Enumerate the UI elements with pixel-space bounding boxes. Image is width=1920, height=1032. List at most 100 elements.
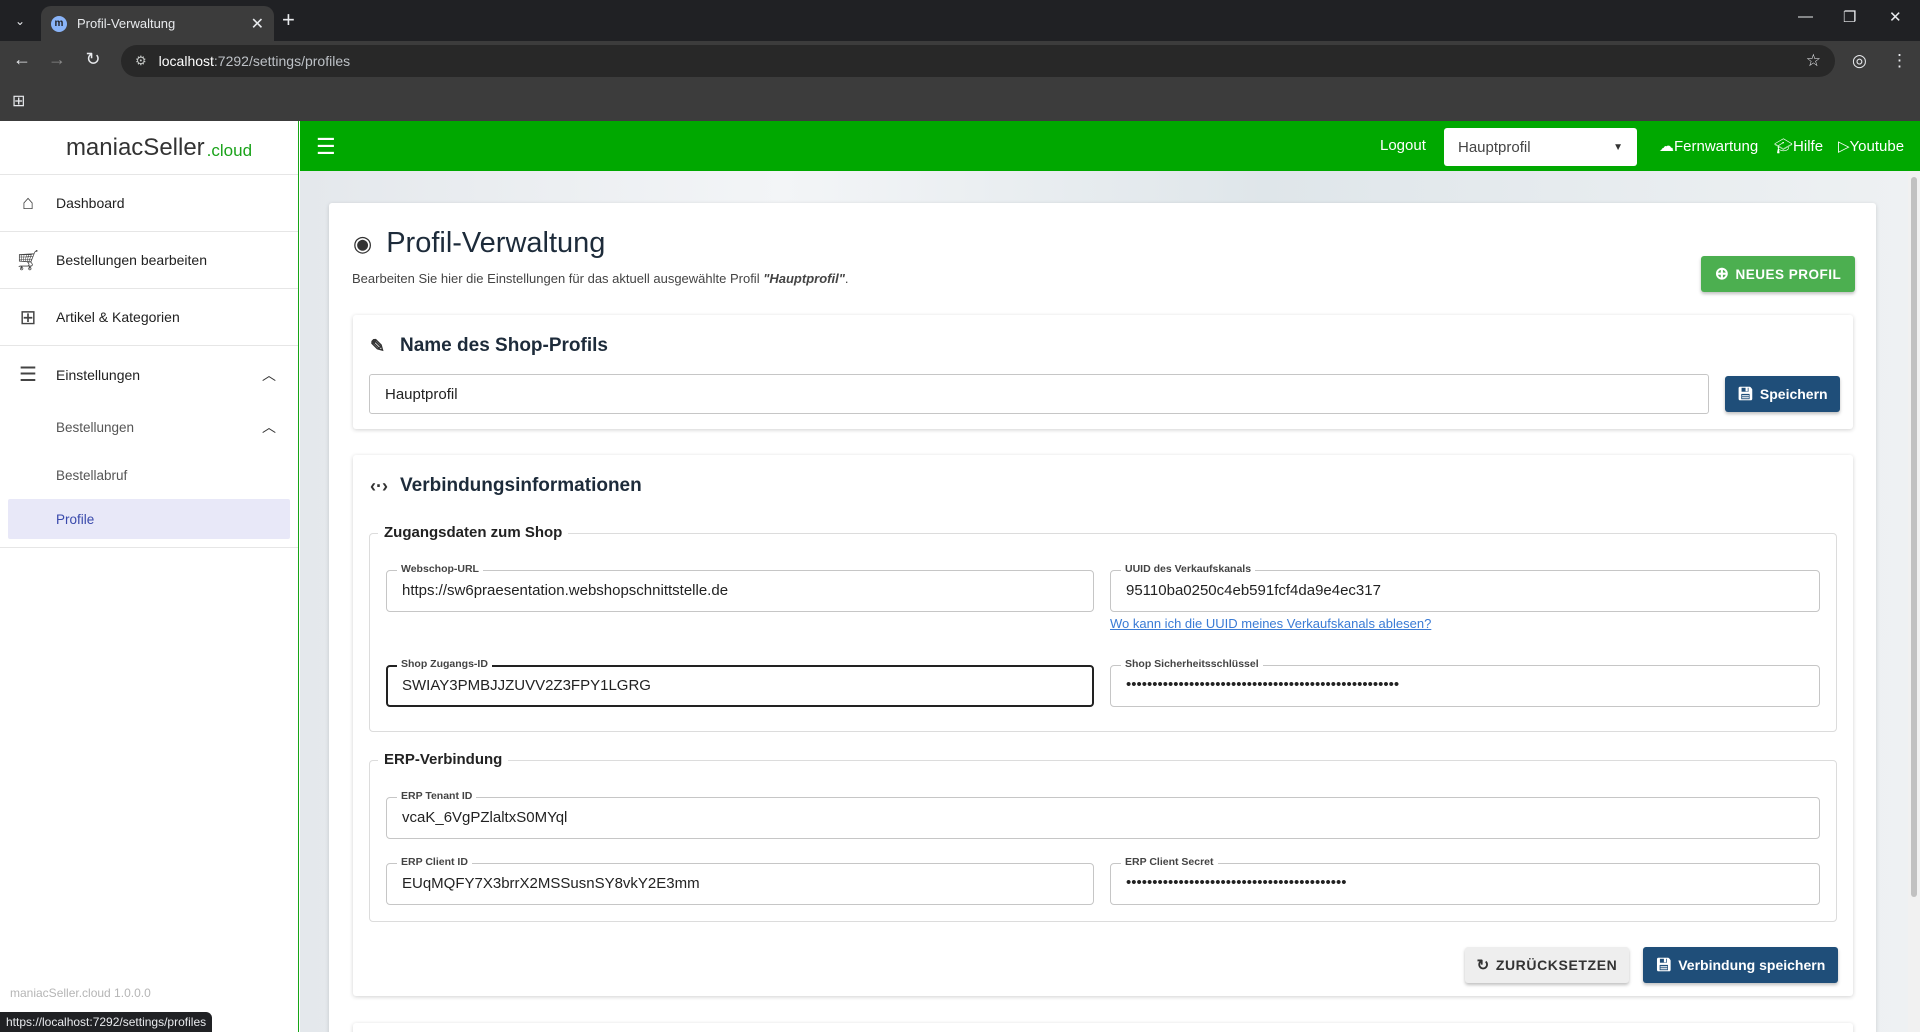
sidebar-subitem-profiles[interactable]: Profile [8, 499, 290, 539]
page-subtitle-profile: "Hauptprofil" [763, 271, 845, 286]
account-icon[interactable]: ◎ [1852, 51, 1867, 71]
hamburger-menu-icon[interactable]: ☰ [316, 134, 336, 160]
uuid-value: 95110ba0250c4eb591fcf4da9e4ec317 [1126, 582, 1381, 599]
save-name-button[interactable]: 💾︎ Speichern [1725, 376, 1840, 412]
uuid-field[interactable]: UUID des Verkaufskanals 95110ba0250c4eb5… [1110, 563, 1820, 612]
access-id-label: Shop Zugangs-ID [397, 658, 492, 670]
browser-tabbar: ⌄ m Profil-Verwaltung ✕ + — ❐ ✕ [0, 0, 1920, 41]
erp-client-secret-value: ••••••••••••••••••••••••••••••••••••••••… [1126, 874, 1347, 891]
logo[interactable]: maniacSeller .cloud [0, 121, 298, 174]
help-link[interactable]: 🎓︎Hilfe [1774, 137, 1823, 155]
school-icon: 🎓︎ [1774, 138, 1794, 155]
webshop-url-field[interactable]: Webschop-URL https://sw6praesentation.we… [386, 563, 1094, 612]
page-subtitle: Bearbeiten Sie hier die Einstellungen fü… [352, 271, 848, 286]
help-label: Hilfe [1793, 138, 1824, 155]
access-id-field[interactable]: Shop Zugangs-ID SWIAY3PMBJJZUVV2Z3FPY1LG… [386, 658, 1094, 707]
sidebar-item-dashboard[interactable]: ⌂ Dashboard [0, 175, 298, 232]
forward-icon[interactable]: → [45, 49, 69, 70]
save-name-label: Speichern [1759, 386, 1828, 402]
play-icon: ▷ [1838, 138, 1850, 155]
chevron-up-icon: ︿ [262, 419, 276, 435]
connection-section-title: ‹·› Verbindungsinformationen [370, 475, 642, 497]
sidebar-item-settings[interactable]: ☰ Einstellungen ︿ [0, 346, 298, 403]
dropdown-caret-icon: ▼ [1613, 141, 1623, 153]
tab-search-icon[interactable]: ⌄ [8, 9, 32, 33]
secret-key-field[interactable]: Shop Sicherheitsschlüssel ••••••••••••••… [1110, 658, 1820, 707]
address-bar: ← → ↻ ⚙ localhost:7292/settings/profiles… [0, 41, 1920, 81]
sidebar-item-label: Artikel & Kategorien [56, 309, 180, 325]
sidebar-subitem-orders[interactable]: Bestellungen ︿ [0, 403, 298, 451]
url-path: :7292/settings/profiles [213, 53, 351, 69]
cart-icon: 🛒︎ [15, 249, 41, 272]
home-icon: ⌂ [21, 191, 35, 214]
erp-client-secret-field[interactable]: ERP Client Secret ••••••••••••••••••••••… [1110, 856, 1820, 905]
erp-client-id-field[interactable]: ERP Client ID EUqMQFY7X3brrX2MSSusnSY8vk… [386, 856, 1094, 905]
name-section: ✎ Name des Shop-Profils Hauptprofil 💾︎ S… [353, 315, 1853, 429]
secret-key-value: ••••••••••••••••••••••••••••••••••••••••… [1126, 676, 1400, 693]
reset-label: ZURÜCKSETZEN [1495, 957, 1618, 973]
name-section-title: ✎ Name des Shop-Profils [370, 335, 608, 357]
youtube-link[interactable]: ▷Youtube [1838, 137, 1904, 155]
favicon-icon: m [51, 15, 67, 32]
new-profile-button[interactable]: ⊕ NEUES PROFIL [1701, 256, 1855, 292]
code-arrows-icon: ‹·› [370, 475, 388, 496]
restore-icon[interactable]: ❐ [1843, 8, 1856, 26]
site-info-icon[interactable]: ⚙ [135, 53, 147, 69]
app-topbar: ☰ Logout Hauptprofil ▼ ☁︎Fernwartung 🎓︎H… [300, 121, 1920, 171]
sidebar-item-orders[interactable]: 🛒︎ Bestellungen bearbeiten [0, 232, 298, 289]
reset-button[interactable]: ↻ ZURÜCKSETZEN [1465, 947, 1629, 983]
back-icon[interactable]: ← [10, 49, 34, 70]
logo-suffix: .cloud [206, 140, 253, 160]
profile-name-input[interactable]: Hauptprofil [369, 374, 1709, 414]
erp-connection-group: ERP-Verbindung ERP Tenant ID vcaK_6VgPZl… [369, 751, 1837, 922]
uuid-label: UUID des Verkaufskanals [1121, 563, 1256, 575]
menu-dots-icon[interactable]: ⋮ [1891, 51, 1908, 71]
main-content: ◉ Profil-Verwaltung Bearbeiten Sie hier … [300, 171, 1908, 1032]
version-text: maniacSeller.cloud 1.0.0.0 [10, 986, 151, 1000]
sidebar-subitem-label: Bestellungen [56, 419, 135, 435]
sidebar-item-label: Dashboard [56, 195, 125, 211]
url-input[interactable]: ⚙ localhost:7292/settings/profiles ☆ [121, 45, 1835, 77]
uuid-help-link[interactable]: Wo kann ich die UUID meines Verkaufskana… [1110, 616, 1431, 631]
save-icon: 💾︎ [1737, 386, 1754, 401]
sidebar-item-articles[interactable]: ⊞ Artikel & Kategorien [0, 289, 298, 346]
window-close-icon[interactable]: ✕ [1889, 8, 1902, 26]
secret-key-label: Shop Sicherheitsschlüssel [1121, 658, 1263, 670]
apps-grid-icon[interactable]: ⊞ [12, 91, 25, 111]
save-connection-button[interactable]: 💾︎ Verbindung speichern [1643, 947, 1838, 983]
tune-icon: ☰ [19, 364, 37, 386]
pencil-icon: ✎ [370, 335, 386, 356]
logo-main: maniacSeller [65, 133, 205, 161]
account-circle-icon: ◉ [353, 230, 373, 256]
remote-support-link[interactable]: ☁︎Fernwartung [1659, 137, 1758, 155]
reload-icon[interactable]: ↻ [81, 49, 105, 70]
refresh-icon: ↻ [1476, 957, 1490, 974]
scrollbar[interactable] [1908, 171, 1920, 1032]
minimize-icon[interactable]: — [1798, 8, 1813, 25]
close-icon[interactable]: ✕ [251, 14, 264, 34]
browser-tab[interactable]: m Profil-Verwaltung ✕ [41, 6, 274, 41]
tab-title: Profil-Verwaltung [77, 16, 176, 31]
new-tab-icon[interactable]: + [282, 8, 295, 32]
sidebar-subitem-order-fetch[interactable]: Bestellabruf [0, 451, 298, 499]
remote-support-label: Fernwartung [1674, 138, 1759, 155]
scrollbar-thumb[interactable] [1911, 177, 1917, 897]
webshop-url-value: https://sw6praesentation.webshopschnitts… [402, 582, 729, 599]
page-title-text: Profil-Verwaltung [386, 227, 606, 259]
sidebar: maniacSeller .cloud ⌂ Dashboard 🛒︎ Bestel… [0, 121, 299, 1032]
erp-tenant-field[interactable]: ERP Tenant ID vcaK_6VgPZlaltxS0MYql [386, 790, 1820, 839]
name-section-title-text: Name des Shop-Profils [400, 335, 608, 356]
profile-select-value: Hauptprofil [1458, 138, 1531, 156]
page-subtitle-prefix: Bearbeiten Sie hier die Einstellungen fü… [352, 271, 764, 286]
sidebar-item-label: Bestellungen bearbeiten [56, 252, 208, 268]
chevron-up-icon: ︿ [262, 366, 276, 383]
webshop-url-label: Webschop-URL [397, 563, 483, 575]
profile-select[interactable]: Hauptprofil ▼ [1444, 128, 1637, 166]
add-to-screen-icon: ⊞ [19, 306, 37, 329]
logout-link[interactable]: Logout [1380, 137, 1426, 154]
url-host: localhost [158, 53, 214, 69]
save-icon: 💾︎ [1655, 957, 1673, 972]
erp-connection-legend: ERP-Verbindung [378, 751, 509, 768]
bookmark-star-icon[interactable]: ☆ [1806, 51, 1821, 71]
bookmarks-bar: ⊞ [0, 81, 1920, 121]
